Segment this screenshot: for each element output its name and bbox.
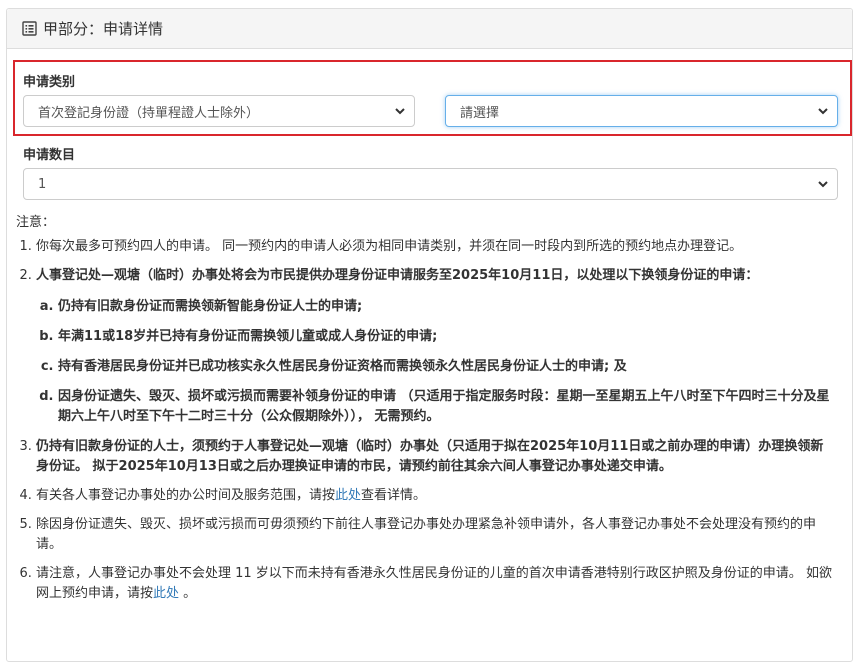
application-subtype-select-value: 請選擇 [460,105,500,121]
application-subtype-select[interactable]: 請選擇 [445,95,838,127]
chevron-down-icon [395,108,405,115]
notes-section: 注意： 你每次最多可预约四人的申请。 同一预约内的申请人必须为相同申请类别，并须… [16,213,836,613]
application-type-select-value: 首次登記身份證（持單程證人士除外） [38,105,260,121]
note-text: 因身份证遗失、毁灭、损坏或污损而需要补领身份证的申请 （只适用于指定服务时段：星… [58,389,830,424]
application-count-select[interactable]: 1 [23,168,838,200]
note-text: 年满11或18岁并已持有身份证而需换领儿童或成人身份证的申请; [58,329,438,344]
note-subitem: 仍持有旧款身份证而需换领新智能身份证人士的申请; [58,297,836,317]
application-count-label: 申请数目 [23,148,76,163]
note-text: 仍持有旧款身份证而需换领新智能身份证人士的申请; [58,299,363,314]
chevron-down-icon [818,108,828,115]
note-item: 仍持有旧款身份证的人士，须预约于人事登记处—观塘（临时）办事处（只适用于拟在20… [36,437,836,477]
note-text: 查看详情。 [361,488,427,503]
note-item: 请注意，人事登记办事处不会处理 11 岁以下而未持有香港永久性居民身份证的儿童的… [36,564,836,604]
online-booking-link[interactable]: 此处 [153,586,179,601]
note-subitem: 持有香港居民身份证并已成功核实永久性居民身份证资格而需换领永久性居民身份证人士的… [58,357,836,377]
application-type-label: 申请类别 [23,75,76,90]
note-subitem: 年满11或18岁并已持有身份证而需换领儿童或成人身份证的申请; [58,327,836,347]
note-item: 有关各人事登记办事处的办公时间及服务范围，请按此处查看详情。 [36,486,836,506]
note-text: 仍持有旧款身份证的人士，须预约于人事登记处—观塘（临时）办事处（只适用于拟在20… [36,439,824,474]
application-count-select-value: 1 [38,176,47,192]
panel-title: 甲部分：申请详情 [43,20,164,38]
note-text: 人事登记处—观塘（临时）办事处将会为市民提供办理身份证申请服务至2025年10月… [36,268,759,283]
note-text: 持有香港居民身份证并已成功核实永久性居民身份证资格而需换领永久性居民身份证人士的… [58,359,627,374]
notes-sublist: 仍持有旧款身份证而需换领新智能身份证人士的申请; 年满11或18岁并已持有身份证… [36,297,836,427]
panel-heading: 甲部分：申请详情 [7,9,852,49]
list-alt-icon [22,21,37,36]
chevron-down-icon [818,181,828,188]
note-item: 你每次最多可预约四人的申请。 同一预约内的申请人必须为相同申请类别，并须在同一时… [36,237,836,257]
notes-list: 你每次最多可预约四人的申请。 同一预约内的申请人必须为相同申请类别，并须在同一时… [16,237,836,604]
note-text: 。 [179,586,197,601]
note-item: 人事登记处—观塘（临时）办事处将会为市民提供办理身份证申请服务至2025年10月… [36,266,836,427]
notes-title: 注意： [16,215,56,230]
application-type-select[interactable]: 首次登記身份證（持單程證人士除外） [23,95,415,127]
note-item: 除因身份证遗失、毁灭、损坏或污损而可毋须预约下前往人事登记办事处办理紧急补领申请… [36,515,836,555]
office-details-link[interactable]: 此处 [335,488,361,503]
note-text: 有关各人事登记办事处的办公时间及服务范围，请按 [36,488,336,503]
note-subitem: 因身份证遗失、毁灭、损坏或污损而需要补领身份证的申请 （只适用于指定服务时段：星… [58,387,836,427]
note-text: 除因身份证遗失、毁灭、损坏或污损而可毋须预约下前往人事登记办事处办理紧急补领申请… [36,517,817,552]
note-text: 你每次最多可预约四人的申请。 同一预约内的申请人必须为相同申请类别，并须在同一时… [36,239,743,254]
